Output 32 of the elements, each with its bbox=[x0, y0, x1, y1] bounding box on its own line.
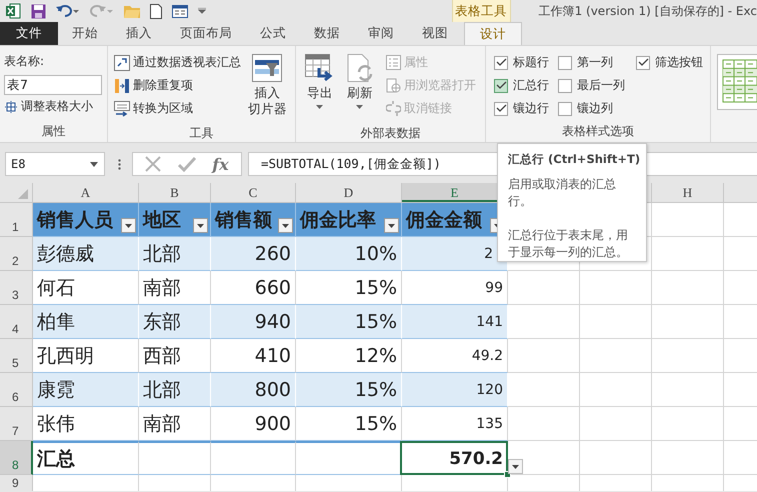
group-label: 工具 bbox=[188, 125, 214, 142]
table-cell: 柏隼 bbox=[33, 305, 139, 339]
total-value: 570.2 bbox=[449, 448, 503, 468]
table-cell: 2 bbox=[402, 237, 508, 271]
tooltip-text: 启用或取消表的汇总行。 bbox=[508, 176, 617, 210]
table-cell: 北部 bbox=[139, 373, 211, 407]
tooltip-text: 汇总行位于表末尾，用于显示每一列的汇总。 bbox=[508, 227, 629, 261]
group-label: 外部表数据 bbox=[359, 125, 422, 142]
table-header-cell-text: 佣金比率 bbox=[300, 208, 376, 232]
table-cell: 940 bbox=[211, 305, 296, 339]
table-cell: 东部 bbox=[139, 305, 211, 339]
table-header-cell-text: 佣金金额 bbox=[406, 208, 482, 232]
table-cell: 15% bbox=[296, 305, 402, 339]
table-cell: 10% bbox=[296, 237, 402, 271]
table-cell: 北部 bbox=[139, 237, 211, 271]
window-title: 工作簿1 (version 1) [自动保存的] - Exc bbox=[538, 2, 757, 20]
table-cell: 康霓 bbox=[33, 373, 139, 407]
table-header-cell-text: 销售人员 bbox=[37, 208, 113, 232]
table-cell: 260 bbox=[211, 237, 296, 271]
table-cell: 彭德威 bbox=[33, 237, 139, 271]
table-cell: 141 bbox=[402, 305, 508, 339]
tooltip-title: 汇总行 (Ctrl+Shift+T) bbox=[508, 152, 638, 167]
group-label: 表格样式选项 bbox=[561, 123, 635, 140]
table-name-label: 表名称: bbox=[4, 53, 46, 70]
table-cell: 15% bbox=[296, 373, 402, 407]
table-cell: 120 bbox=[402, 373, 508, 407]
table-cell: 800 bbox=[211, 373, 296, 407]
total-label: 汇总 bbox=[37, 446, 75, 472]
contextual-tab-label: 表格工具 bbox=[452, 0, 511, 22]
table-header-cell-text: 销售额 bbox=[215, 208, 272, 232]
group-label: 属性 bbox=[40, 123, 66, 140]
table-header-cell-text: 地区 bbox=[143, 208, 181, 232]
